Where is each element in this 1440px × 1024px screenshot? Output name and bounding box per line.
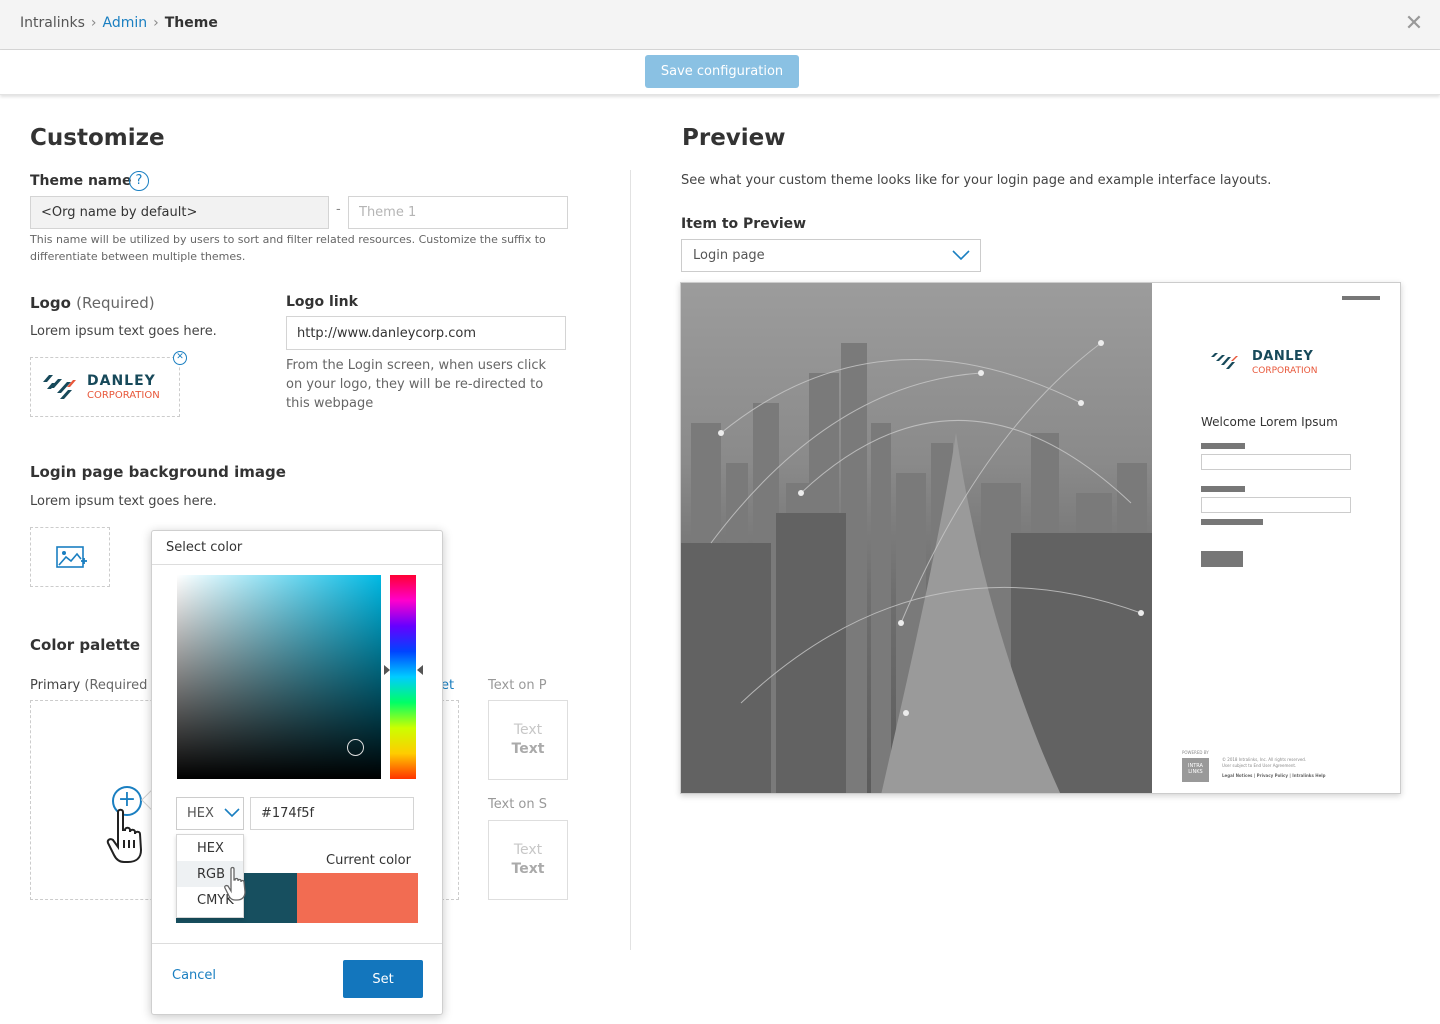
breadcrumb-admin[interactable]: Admin [103, 15, 148, 31]
powered-by: POWERED BY [1182, 750, 1209, 755]
username-input-placeholder [1201, 454, 1351, 470]
item-to-preview-select[interactable]: Login page [681, 239, 981, 272]
column-divider [630, 170, 631, 950]
danley-logo-small [1211, 353, 1238, 369]
chevron-right-icon: › [153, 15, 159, 31]
logo-link-help: From the Login screen, when users click … [286, 358, 547, 411]
sample-text-bold: Text [511, 741, 545, 757]
save-bar: Save configuration [0, 50, 1440, 95]
breadcrumb-root[interactable]: Intralinks [20, 15, 85, 31]
help-icon[interactable]: ? [129, 171, 149, 191]
hue-right-marker[interactable] [417, 665, 423, 675]
top-bar: Intralinks › Admin › Theme ✕ [0, 0, 1440, 50]
theme-name-dash: - [336, 202, 341, 217]
current-color-label: Current color [326, 853, 411, 868]
item-to-preview-label: Item to Preview [681, 216, 807, 232]
text-on-primary-label: Text on P [488, 678, 547, 693]
current-color-swatch [297, 873, 418, 923]
add-image-icon [56, 546, 87, 568]
hand-cursor-icon [224, 866, 246, 901]
primary-label: Primary (Required [30, 678, 147, 693]
sample-text-bold: Text [511, 861, 545, 877]
primary-label-text: Primary [30, 678, 81, 693]
preview-logo-name: DANLEY [1252, 349, 1314, 364]
bg-image-desc: Lorem ipsum text goes here. [30, 494, 217, 509]
theme-name-suffix-input[interactable] [348, 196, 568, 229]
sv-handle[interactable] [347, 739, 364, 756]
close-icon[interactable]: ✕ [1404, 12, 1424, 36]
color-palette-label: Color palette [30, 636, 141, 654]
set-button[interactable]: Set [343, 960, 423, 998]
logo-label: Logo (Required) [30, 294, 155, 312]
login-button-placeholder [1201, 551, 1243, 567]
logo-link-label: Logo link [286, 294, 358, 310]
forgot-link-placeholder [1201, 519, 1263, 525]
hand-cursor-icon [106, 808, 143, 863]
hue-slider[interactable] [390, 575, 416, 779]
preview-title: Preview [682, 125, 786, 151]
bg-image-upload-box[interactable] [30, 527, 110, 587]
save-configuration-button[interactable]: Save configuration [645, 55, 799, 88]
text-on-secondary-sample[interactable]: Text Text [488, 820, 568, 900]
password-label-placeholder [1201, 486, 1245, 492]
text-on-secondary-label: Text on S [488, 797, 548, 812]
color-picker-popup: Select color HEX Current color HEX RGB C… [151, 530, 443, 1015]
chevron-right-icon: › [90, 15, 97, 31]
theme-name-help: This name will be utilized by users to s… [30, 233, 546, 263]
footer-links: Legal Notices | Privacy Policy | Intrali… [1222, 773, 1326, 778]
cancel-link[interactable]: Cancel [172, 968, 216, 983]
login-page-preview: DANLEY CORPORATION Welcome Lorem Ipsum P… [680, 282, 1401, 794]
sample-text: Text [513, 842, 543, 858]
logo-desc: Lorem ipsum text goes here. [30, 324, 217, 339]
saturation-value-area[interactable] [177, 575, 381, 779]
logo-link-input[interactable] [286, 316, 566, 350]
city-skyline-image [681, 340, 1152, 793]
intralinks-logo: INTRA LINKS [1182, 758, 1209, 782]
remove-logo-icon[interactable]: ✕ [173, 351, 187, 365]
logo-name: DANLEY [87, 373, 156, 389]
hex-input[interactable] [250, 797, 414, 830]
chevron-down-icon [952, 250, 970, 261]
language-menu-placeholder [1342, 296, 1380, 300]
bg-image-label: Login page background image [30, 463, 286, 481]
logo-label-text: Logo [30, 294, 71, 312]
agreement: User subject to End User Agreement. [1222, 763, 1297, 768]
welcome-text: Welcome Lorem Ipsum [1201, 415, 1338, 429]
hue-left-marker[interactable] [384, 665, 390, 675]
preview-desc: See what your custom theme looks like fo… [681, 173, 1272, 188]
username-label-placeholder [1201, 443, 1245, 449]
breadcrumb-current: Theme [164, 15, 218, 31]
chevron-down-icon [224, 808, 240, 818]
logo-sub: CORPORATION [87, 390, 160, 401]
sample-text: Text [513, 722, 543, 738]
text-on-primary-sample[interactable]: Text Text [488, 700, 568, 780]
logo-upload-box[interactable]: DANLEY CORPORATION [30, 357, 180, 417]
logo-required: (Required) [76, 294, 155, 312]
theme-name-label: Theme name [30, 173, 132, 189]
primary-required: (Required [84, 678, 148, 693]
picker-title: Select color [152, 531, 442, 565]
format-option-hex[interactable]: HEX [177, 835, 243, 861]
preview-logo-sub: CORPORATION [1252, 366, 1318, 376]
breadcrumb: Intralinks › Admin › Theme [20, 15, 218, 31]
customize-title: Customize [30, 125, 165, 151]
password-input-placeholder [1201, 497, 1351, 513]
theme-name-prefix-field[interactable]: <Org name by default> [30, 196, 329, 229]
login-panel-preview: DANLEY CORPORATION Welcome Lorem Ipsum P… [1152, 283, 1400, 793]
picker-footer-divider [152, 943, 442, 944]
background-image-preview [681, 283, 1152, 793]
